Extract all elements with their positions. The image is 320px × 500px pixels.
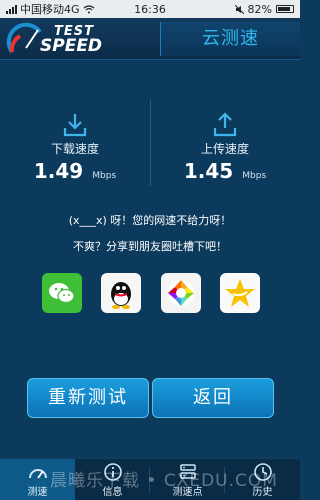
qzone-icon[interactable] — [219, 273, 260, 313]
app-header: TEST SPEED 云测速 — [0, 18, 300, 60]
download-speed: 1.49 Mbps — [0, 159, 150, 183]
status-bar: 中国移动4G 16:36 82% — [0, 0, 300, 18]
download-icon — [63, 114, 87, 137]
watermark: 晨曦乐下载 • CXEDU.COM — [50, 471, 278, 491]
upload-result: 上传速度 1.45 Mbps — [150, 100, 300, 186]
upload-unit: Mbps — [242, 171, 267, 181]
wechat-icon[interactable] — [42, 273, 82, 313]
logo-text-speed: SPEED — [40, 36, 103, 56]
download-label: 下载速度 — [50, 142, 99, 156]
share-prompt-message: 不爽？分享到朋友圈吐槽下吧！ — [73, 240, 227, 253]
battery-icon — [276, 5, 294, 13]
clock: 16:36 — [134, 2, 166, 16]
upload-label: 上传速度 — [200, 142, 249, 156]
upload-value: 1.45 — [183, 159, 234, 183]
qq-icon[interactable] — [101, 273, 142, 313]
download-value: 1.49 — [33, 159, 84, 183]
result-divider — [150, 100, 151, 186]
app-logo: TEST SPEED — [6, 22, 126, 56]
share-row — [42, 273, 260, 313]
upload-speed: 1.45 Mbps — [150, 159, 300, 183]
slow-network-message: (x___x) 呀！您的网速不给力呀！ — [68, 214, 232, 227]
upload-icon — [213, 112, 237, 137]
page-title: 云测速 — [160, 22, 300, 56]
moments-icon[interactable] — [160, 273, 201, 313]
back-button[interactable]: 返回 — [152, 378, 274, 418]
retest-button[interactable]: 重新测试 — [27, 378, 149, 418]
download-result: 下载速度 1.49 Mbps — [0, 100, 150, 186]
download-unit: Mbps — [92, 171, 117, 181]
speedometer-icon — [28, 469, 47, 479]
